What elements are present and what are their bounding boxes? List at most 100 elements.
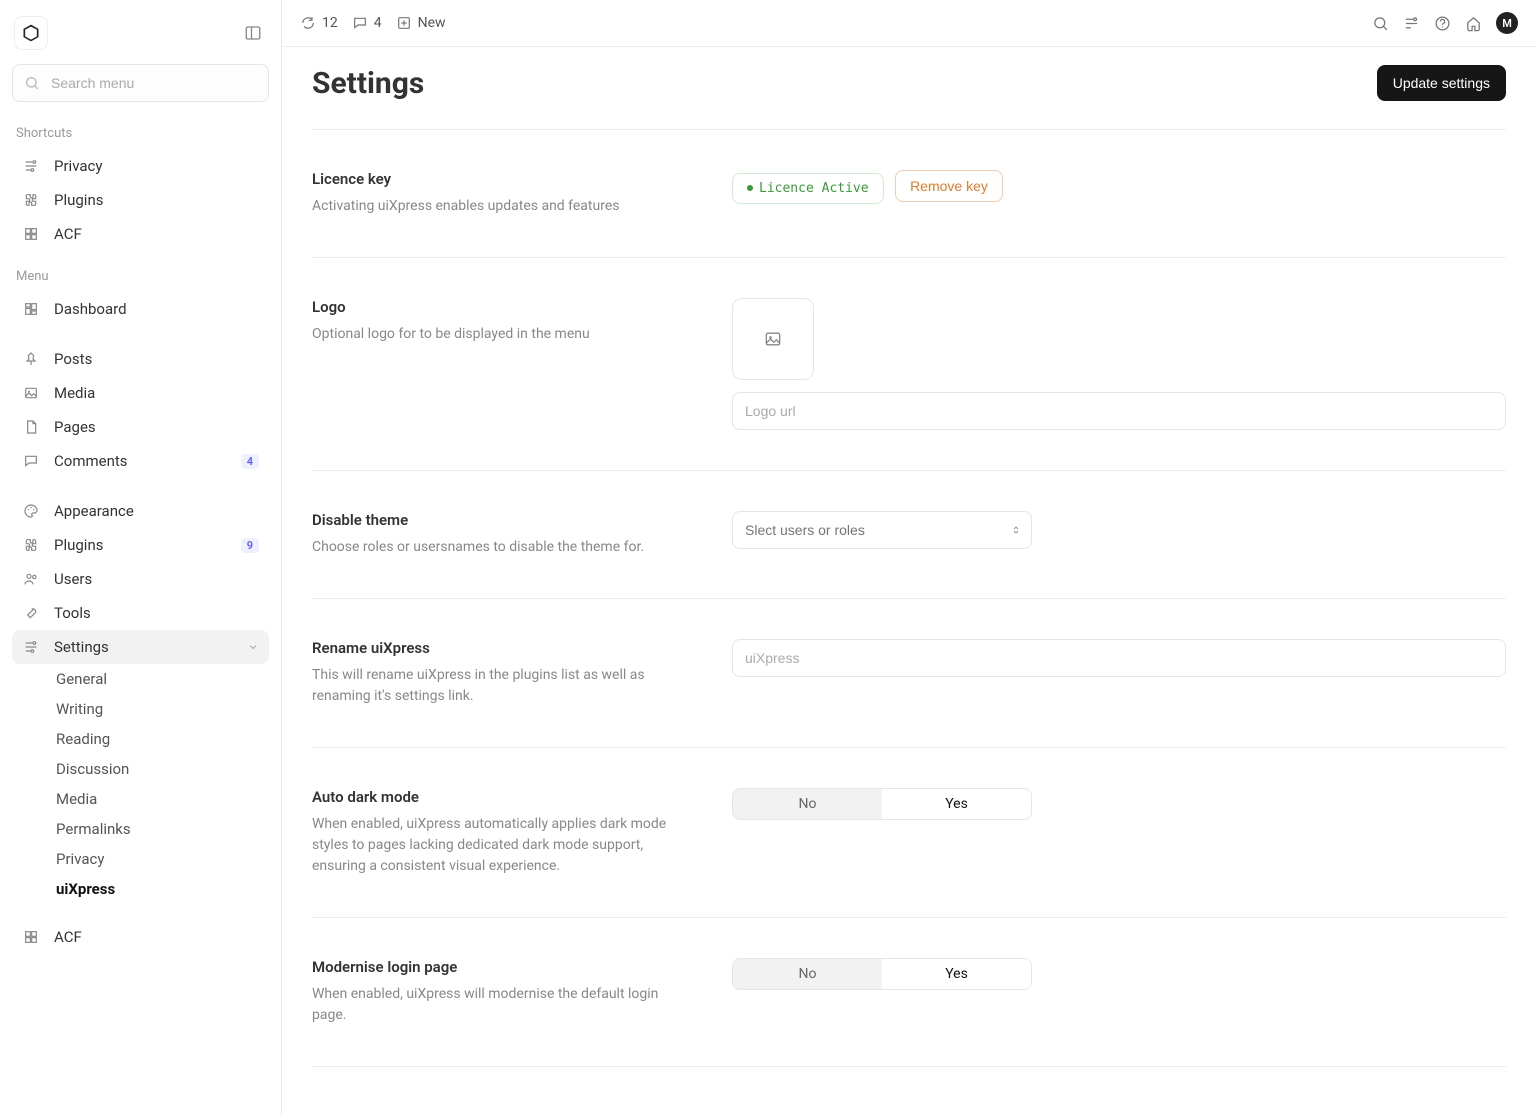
logo-url-input[interactable]	[732, 392, 1506, 430]
image-icon	[763, 329, 783, 349]
submenu-uixpress[interactable]: uiXpress	[56, 874, 269, 904]
submenu-permalinks[interactable]: Permalinks	[56, 814, 269, 844]
shortcut-plugins[interactable]: Plugins	[12, 183, 269, 217]
updates-count: 12	[322, 15, 338, 31]
toggle-no[interactable]: No	[733, 789, 882, 819]
setting-desc: Optional logo for to be displayed in the…	[312, 324, 692, 345]
setting-title: Logo	[312, 298, 692, 316]
menu-users[interactable]: Users	[12, 562, 269, 596]
topbar-help-button[interactable]	[1434, 15, 1451, 32]
setting-desc: When enabled, uiXpress automatically app…	[312, 814, 692, 877]
menu-comments[interactable]: Comments 4	[12, 444, 269, 478]
remove-key-button[interactable]: Remove key	[895, 170, 1003, 202]
nav-label: Plugins	[54, 191, 259, 209]
submenu-media[interactable]: Media	[56, 784, 269, 814]
menu-acf[interactable]: ACF	[12, 920, 269, 954]
dashboard-icon	[22, 300, 40, 318]
puzzle-icon	[22, 191, 40, 209]
menu-appearance[interactable]: Appearance	[12, 494, 269, 528]
users-icon	[22, 570, 40, 588]
grid-icon	[22, 928, 40, 946]
disable-theme-select[interactable]	[732, 511, 1032, 549]
wrench-icon	[22, 604, 40, 622]
auto-dark-toggle: No Yes	[732, 788, 1032, 820]
collapse-sidebar-button[interactable]	[239, 19, 267, 47]
sliders-icon	[22, 638, 40, 656]
menu-media[interactable]: Media	[12, 376, 269, 410]
home-icon	[1465, 15, 1482, 32]
nav-label: Dashboard	[54, 300, 259, 318]
submenu-general[interactable]: General	[56, 664, 269, 694]
setting-title: Auto dark mode	[312, 788, 692, 806]
nav-label: Pages	[54, 418, 259, 436]
app-logo[interactable]	[14, 16, 48, 50]
setting-title: Modernise login page	[312, 958, 692, 976]
sliders-icon	[22, 157, 40, 175]
topbar-updates[interactable]: 12	[300, 15, 338, 31]
setting-desc: This will rename uiXpress in the plugins…	[312, 665, 692, 707]
topbar-settings-button[interactable]	[1403, 15, 1420, 32]
menu-dashboard[interactable]: Dashboard	[12, 292, 269, 326]
nav-label: Tools	[54, 604, 259, 622]
nav-label: Media	[54, 384, 259, 402]
menu-pages[interactable]: Pages	[12, 410, 269, 444]
menu-settings[interactable]: Settings	[12, 630, 269, 664]
sliders-icon	[1403, 15, 1420, 32]
update-settings-button[interactable]: Update settings	[1377, 65, 1506, 101]
search-icon	[24, 75, 40, 91]
setting-desc: When enabled, uiXpress will modernise th…	[312, 984, 692, 1026]
comments-count: 4	[374, 15, 382, 31]
logo-upload-button[interactable]	[732, 298, 814, 380]
toggle-yes[interactable]: Yes	[882, 789, 1031, 819]
palette-icon	[22, 502, 40, 520]
topbar-search-button[interactable]	[1372, 15, 1389, 32]
grid-icon	[22, 225, 40, 243]
setting-logo: Logo Optional logo for to be displayed i…	[312, 258, 1506, 471]
shortcuts-heading: Shortcuts	[12, 118, 269, 149]
nav-label: Users	[54, 570, 259, 588]
topbar: 12 4 New M	[282, 0, 1536, 47]
topbar-comments[interactable]: 4	[352, 15, 382, 31]
setting-title: Licence key	[312, 170, 692, 188]
topbar-home-button[interactable]	[1465, 15, 1482, 32]
toggle-no[interactable]: No	[733, 959, 882, 989]
nav-label: ACF	[54, 928, 259, 946]
toggle-yes[interactable]: Yes	[882, 959, 1031, 989]
setting-modernise-login: Modernise login page When enabled, uiXpr…	[312, 918, 1506, 1067]
submenu-discussion[interactable]: Discussion	[56, 754, 269, 784]
refresh-icon	[300, 15, 316, 31]
help-icon	[1434, 15, 1451, 32]
search-menu-input[interactable]	[12, 64, 269, 102]
page-icon	[22, 418, 40, 436]
shortcut-privacy[interactable]: Privacy	[12, 149, 269, 183]
topbar-new[interactable]: New	[396, 15, 446, 31]
settings-submenu: General Writing Reading Discussion Media…	[12, 664, 269, 904]
nav-label: Privacy	[54, 157, 259, 175]
submenu-writing[interactable]: Writing	[56, 694, 269, 724]
nav-label: Comments	[54, 452, 227, 470]
shortcut-acf[interactable]: ACF	[12, 217, 269, 251]
setting-desc: Choose roles or usersnames to disable th…	[312, 537, 692, 558]
user-avatar[interactable]: M	[1496, 12, 1518, 34]
plugins-badge: 9	[241, 538, 259, 553]
search-icon	[1372, 15, 1389, 32]
submenu-privacy[interactable]: Privacy	[56, 844, 269, 874]
modernise-toggle: No Yes	[732, 958, 1032, 990]
menu-heading: Menu	[12, 261, 269, 292]
chat-icon	[22, 452, 40, 470]
nav-label: Plugins	[54, 536, 227, 554]
panel-icon	[244, 24, 262, 42]
submenu-reading[interactable]: Reading	[56, 724, 269, 754]
chat-icon	[352, 15, 368, 31]
status-dot-icon	[747, 185, 753, 191]
nav-label: ACF	[54, 225, 259, 243]
menu-plugins[interactable]: Plugins 9	[12, 528, 269, 562]
comments-badge: 4	[241, 454, 259, 469]
setting-disable-theme: Disable theme Choose roles or usersnames…	[312, 471, 1506, 599]
menu-tools[interactable]: Tools	[12, 596, 269, 630]
nav-label: Settings	[54, 638, 233, 656]
pin-icon	[22, 350, 40, 368]
menu-posts[interactable]: Posts	[12, 342, 269, 376]
setting-rename: Rename uiXpress This will rename uiXpres…	[312, 599, 1506, 748]
rename-input[interactable]	[732, 639, 1506, 677]
